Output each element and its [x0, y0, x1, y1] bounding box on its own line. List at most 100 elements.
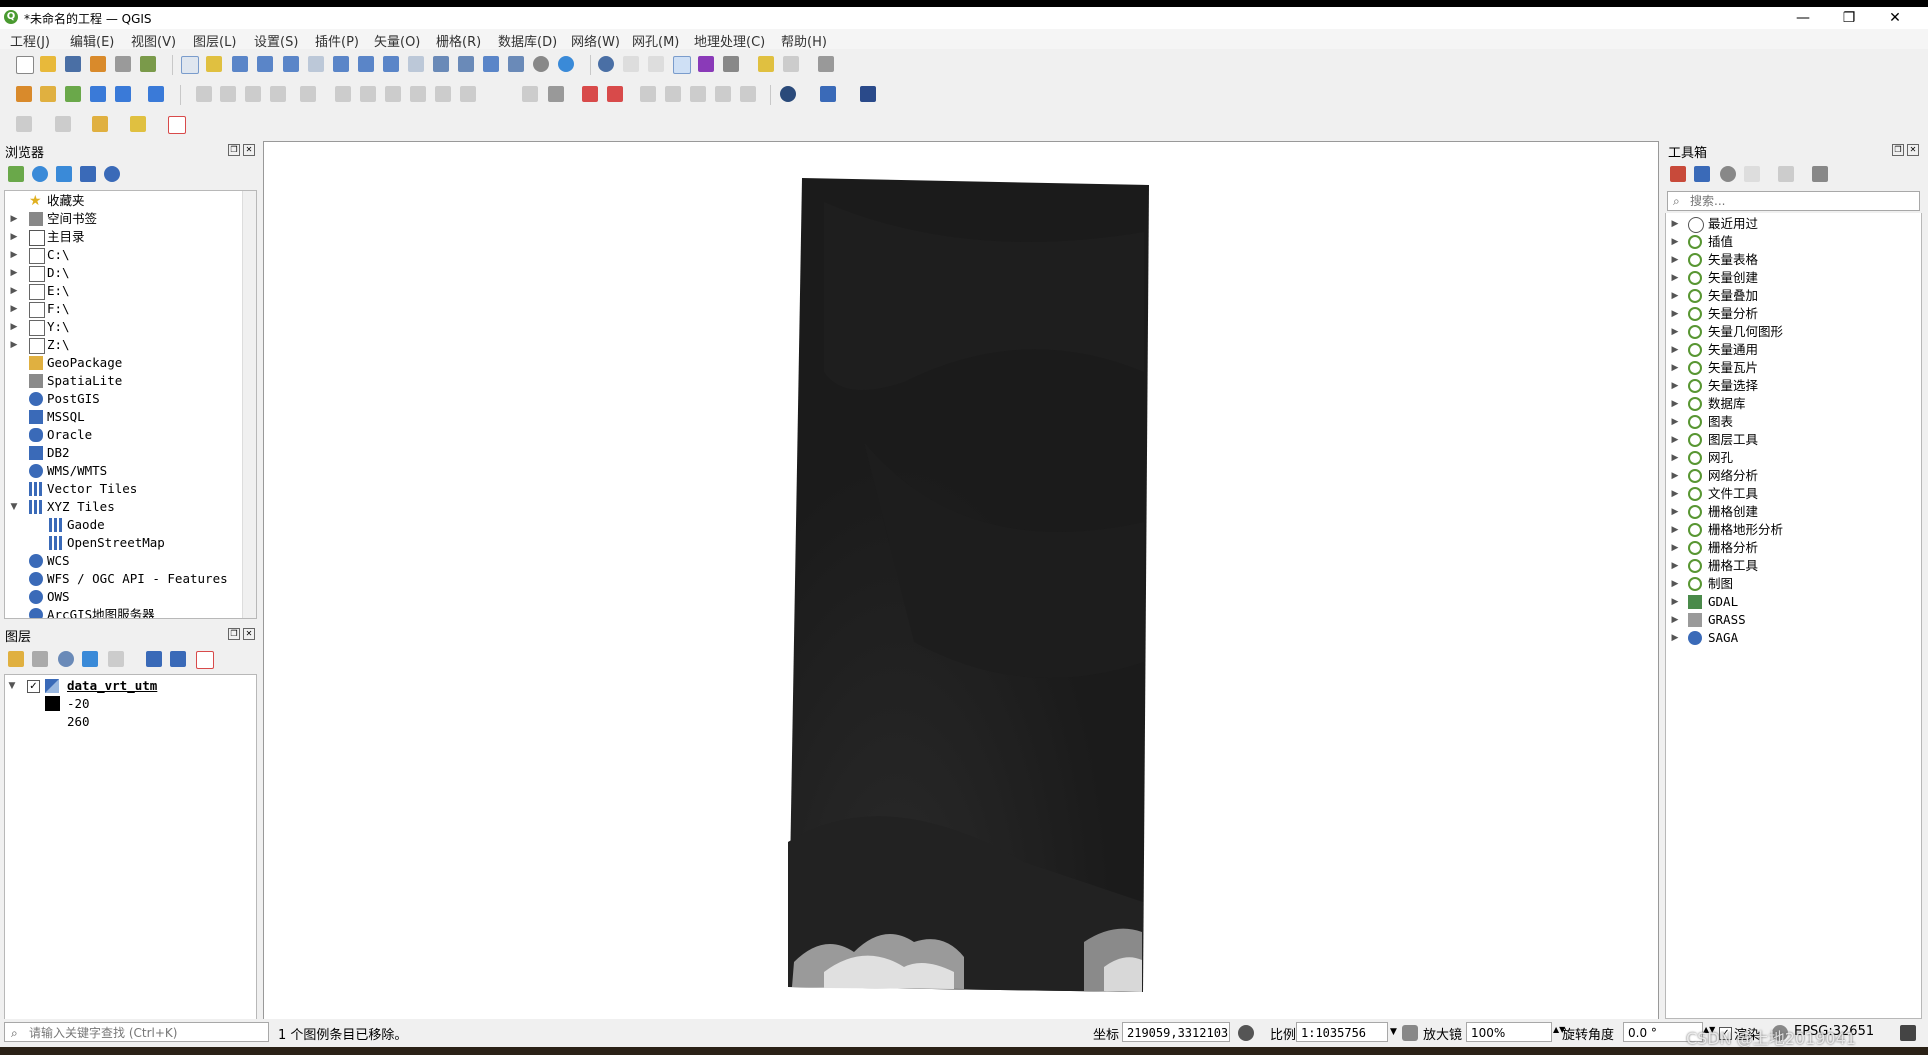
collapse-arrow-icon[interactable]: ▶ [1670, 449, 1680, 467]
processing-toolbox-icon[interactable] [673, 56, 691, 74]
collapse-arrow-icon[interactable]: ▶ [1670, 233, 1680, 251]
browser-item[interactable]: MSSQL [5, 408, 241, 426]
messages-icon[interactable] [1900, 1025, 1916, 1041]
browser-item[interactable]: ★ 收藏夹 [5, 192, 241, 210]
manage-visibility-icon[interactable] [58, 651, 74, 667]
toolbox-item[interactable]: ▶ 矢量表格 [1666, 251, 1919, 269]
add-mesh-icon[interactable] [115, 86, 131, 102]
data-source-manager-icon[interactable] [16, 86, 32, 102]
temporal-icon[interactable] [533, 56, 549, 72]
attribute-table-icon[interactable] [623, 56, 639, 72]
open-project-icon[interactable] [40, 56, 56, 72]
toolbox-item[interactable]: ▶ 网络分析 [1666, 467, 1919, 485]
toolbox-item[interactable]: ▶ 文件工具 [1666, 485, 1919, 503]
expand-arrow-icon[interactable]: ▼ [7, 677, 17, 695]
new-geopackage-icon[interactable] [40, 86, 56, 102]
add-selected-layers-icon[interactable] [8, 166, 24, 182]
browser-item[interactable]: ▶ F:\ [5, 300, 241, 318]
collapse-arrow-icon[interactable]: ▶ [1670, 377, 1680, 395]
zoom-full-icon[interactable] [283, 56, 299, 72]
browser-item[interactable]: ▶ Z:\ [5, 336, 241, 354]
browser-item[interactable]: DB2 [5, 444, 241, 462]
toolbox-item[interactable]: ▶ GDAL [1666, 593, 1919, 611]
diagram-icon[interactable] [582, 86, 598, 102]
toolbox-item[interactable]: ▶ 图表 [1666, 413, 1919, 431]
collapse-arrow-icon[interactable]: ▶ [1670, 413, 1680, 431]
measure-icon[interactable] [723, 56, 739, 72]
collapse-arrow-icon[interactable]: ▶ [9, 264, 19, 282]
toolbox-item[interactable]: ▶ 栅格创建 [1666, 503, 1919, 521]
collapse-arrow-icon[interactable]: ▶ [9, 336, 19, 354]
toggle-extents-icon[interactable] [1238, 1025, 1254, 1041]
add-vector-icon[interactable] [65, 86, 81, 102]
annotation-icon[interactable] [783, 56, 799, 72]
info-icon[interactable] [104, 166, 120, 182]
filter-expression-icon[interactable] [108, 651, 124, 667]
toolbox-search-input[interactable] [1690, 193, 1915, 209]
collapse-arrow-icon[interactable]: ▶ [1670, 503, 1680, 521]
zoom-out-icon[interactable] [257, 56, 273, 72]
add-delimited-text-icon[interactable] [148, 86, 164, 102]
plugin-info-icon[interactable] [860, 86, 876, 102]
toolbox-item[interactable]: ▶ 制图 [1666, 575, 1919, 593]
map-tips-icon[interactable] [758, 56, 774, 72]
collapse-all-icon[interactable] [170, 651, 186, 667]
label-icon[interactable] [522, 86, 538, 102]
undock-icon[interactable]: ❐ [1892, 144, 1904, 156]
magnifier-field[interactable]: 100% [1466, 1022, 1552, 1042]
toolbox-item[interactable]: ▶ GRASS [1666, 611, 1919, 629]
pan-to-selection-icon[interactable] [206, 56, 222, 72]
toolbox-search-box[interactable]: ⌕ [1667, 191, 1920, 211]
browser-item[interactable]: PostGIS [5, 390, 241, 408]
collapse-arrow-icon[interactable]: ▶ [9, 210, 19, 228]
browser-item[interactable]: ▶ C:\ [5, 246, 241, 264]
plugin-globe-icon[interactable] [780, 86, 796, 102]
menu-web[interactable]: 网络(W) [571, 31, 620, 50]
menu-settings[interactable]: 设置(S) [254, 31, 298, 50]
collapse-arrow-icon[interactable]: ▶ [1670, 593, 1680, 611]
collapse-arrow-icon[interactable]: ▶ [1670, 359, 1680, 377]
edit-features-in-place-icon[interactable] [1778, 166, 1794, 182]
close-panel-icon[interactable]: ✕ [243, 144, 255, 156]
zoom-in-icon[interactable] [232, 56, 248, 72]
remove-layer-icon[interactable] [196, 651, 214, 669]
browser-item[interactable]: WMS/WMTS [5, 462, 241, 480]
save-as-icon[interactable] [90, 56, 106, 72]
toolbox-item[interactable]: ▶ 矢量几何图形 [1666, 323, 1919, 341]
locator-field[interactable]: ⌕ 请输入关键字查找 (Ctrl+K) [4, 1022, 269, 1042]
menu-help[interactable]: 帮助(H) [781, 31, 827, 50]
collapse-arrow-icon[interactable]: ▶ [1670, 611, 1680, 629]
new-project-icon[interactable] [16, 56, 34, 74]
new-3d-view-icon[interactable] [458, 56, 474, 72]
browser-item[interactable]: Vector Tiles [5, 480, 241, 498]
paste-icon[interactable] [410, 86, 426, 102]
toolbox-item[interactable]: ▶ 图层工具 [1666, 431, 1919, 449]
collapse-arrow-icon[interactable]: ▶ [1670, 557, 1680, 575]
identify-icon[interactable] [598, 56, 614, 72]
browser-item[interactable]: WCS [5, 552, 241, 570]
results-viewer-icon[interactable] [1744, 166, 1760, 182]
browser-item[interactable]: ▶ 主目录 [5, 228, 241, 246]
refresh-icon[interactable] [558, 56, 574, 72]
label-move-icon[interactable] [640, 86, 656, 102]
collapse-arrow-icon[interactable]: ▶ [1670, 323, 1680, 341]
redo-icon[interactable] [460, 86, 476, 102]
toolbox-item[interactable]: ▶ 网孔 [1666, 449, 1919, 467]
toolbox-item[interactable]: ▶ SAGA [1666, 629, 1919, 647]
layer-name[interactable]: data_vrt_utm [67, 677, 157, 695]
label-change-icon[interactable] [690, 86, 706, 102]
undock-icon[interactable]: ❐ [228, 628, 240, 640]
browser-item[interactable]: OWS [5, 588, 241, 606]
label-rotate-icon[interactable] [665, 86, 681, 102]
toolbox-item[interactable]: ▶ 栅格工具 [1666, 557, 1919, 575]
toolbox-item[interactable]: ▶ 矢量叠加 [1666, 287, 1919, 305]
collapse-arrow-icon[interactable]: ▶ [1670, 521, 1680, 539]
collapse-arrow-icon[interactable]: ▶ [9, 318, 19, 336]
layers-tree[interactable]: ▼ ✓ data_vrt_utm -20 260 [4, 674, 257, 1020]
coordinate-field[interactable]: 219059,3312103 [1122, 1022, 1230, 1042]
label-highlight-icon[interactable] [607, 86, 623, 102]
browser-item[interactable]: ArcGIS地图服务器 [5, 606, 241, 618]
label-hide-icon[interactable] [740, 86, 756, 102]
new-spatial-bookmark-icon[interactable] [168, 116, 186, 134]
add-group-icon[interactable] [32, 651, 48, 667]
